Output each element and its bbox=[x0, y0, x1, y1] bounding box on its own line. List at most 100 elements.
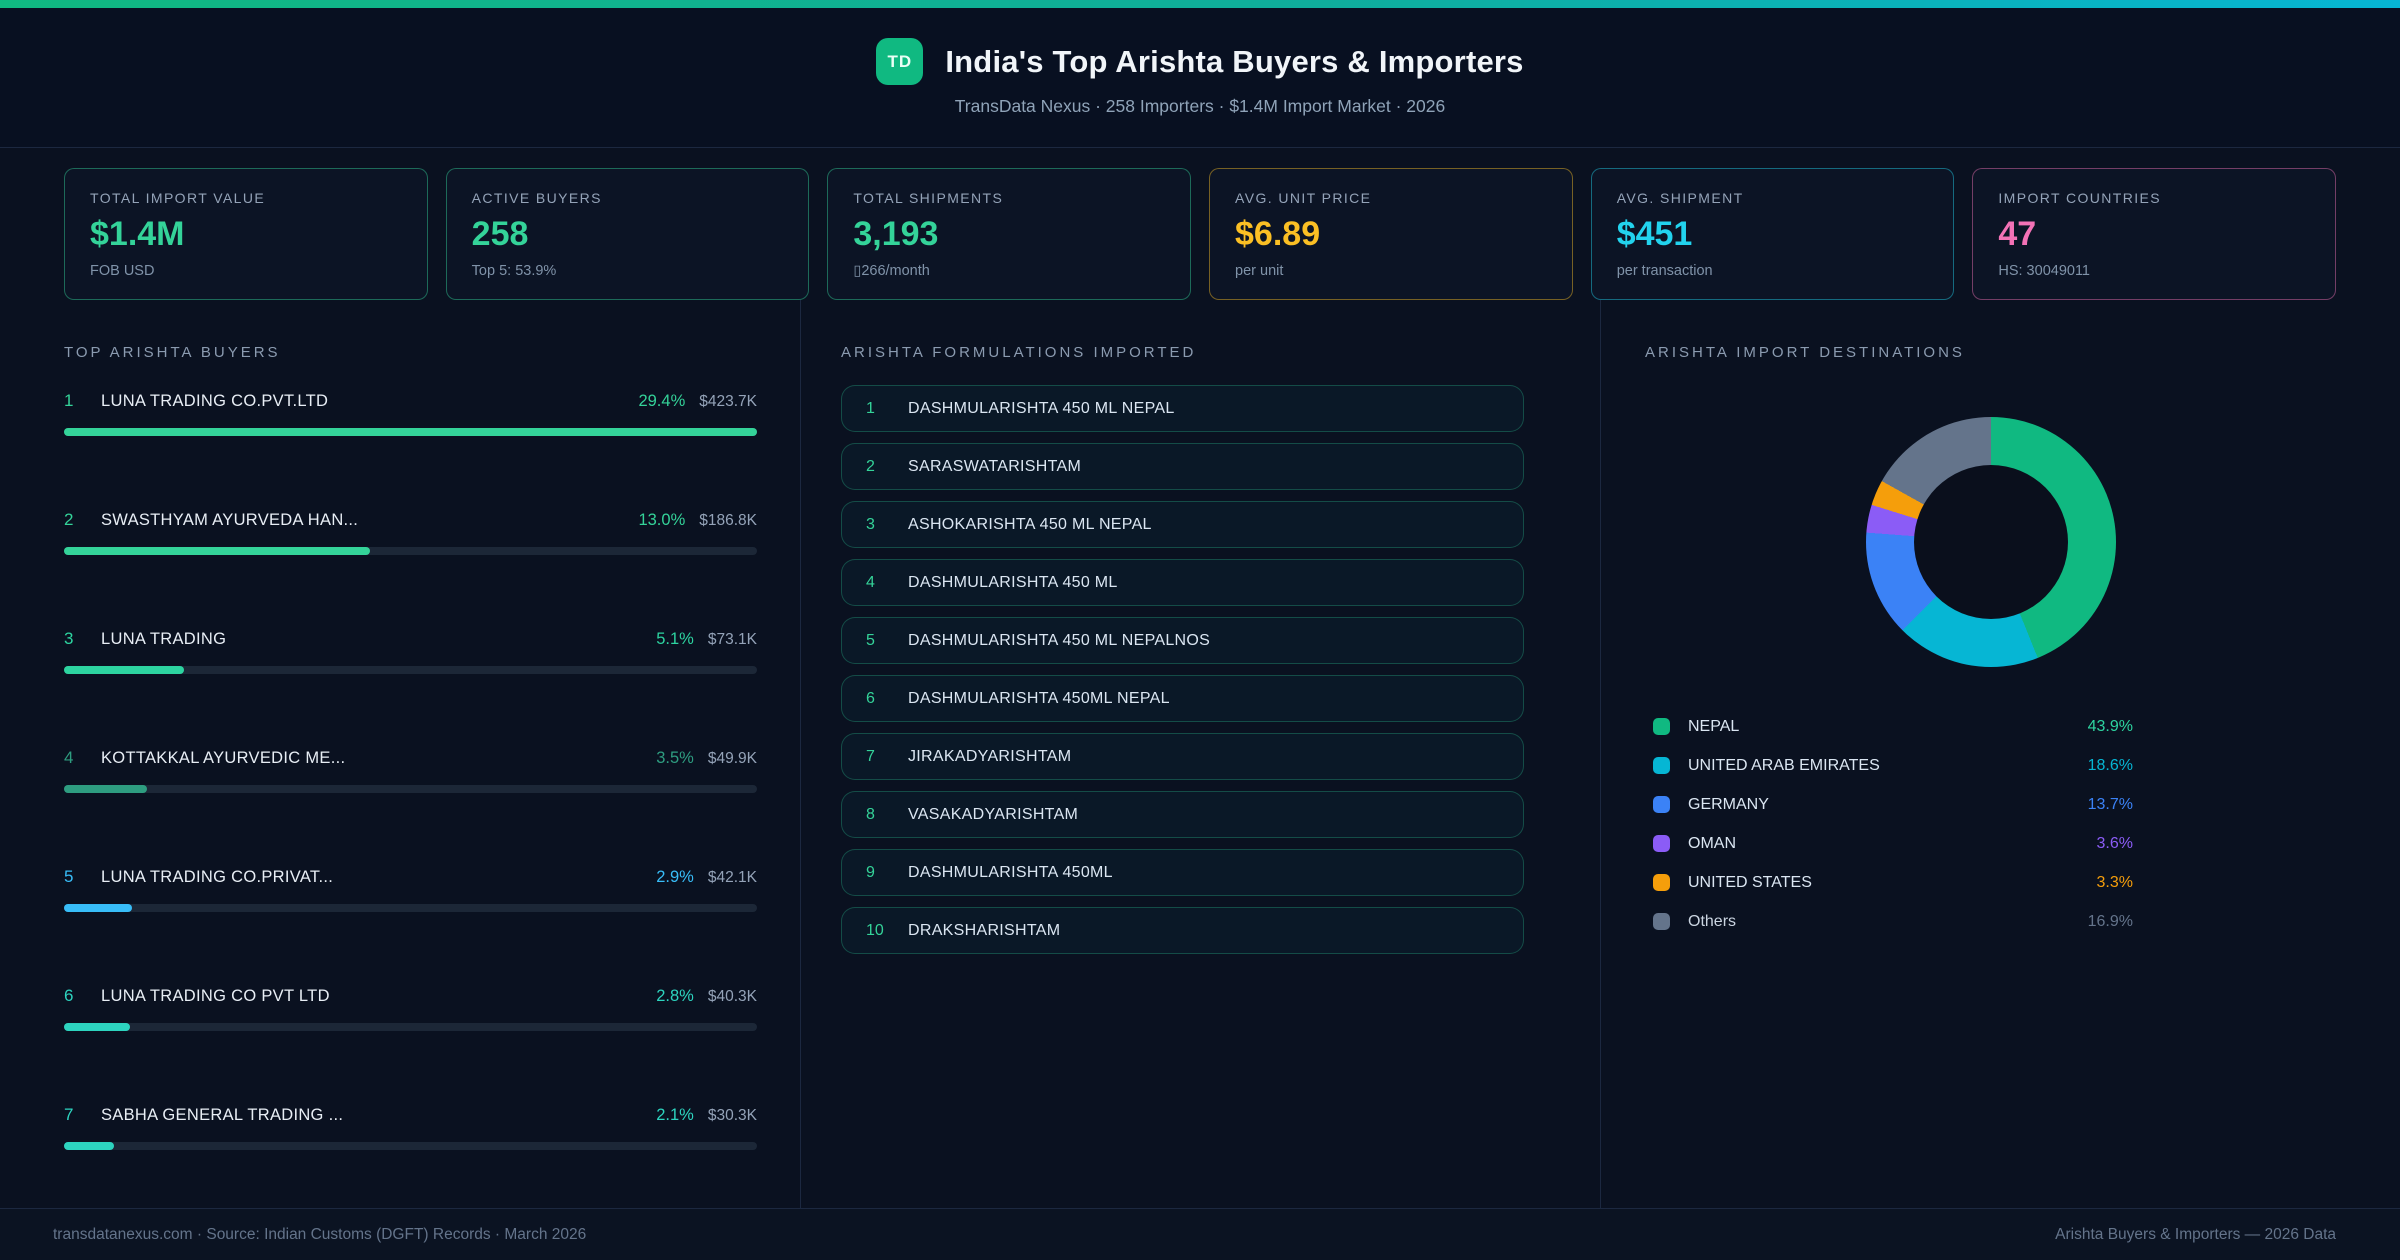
buyer-bar-track bbox=[64, 785, 757, 793]
kpi-card: AVG. SHIPMENT $451 per transaction bbox=[1590, 168, 1955, 300]
page-header: TD India's Top Arishta Buyers & Importer… bbox=[0, 8, 2400, 148]
kpi-row: TOTAL IMPORT VALUE $1.4M FOB USD ACTIVE BUY… bbox=[0, 148, 2400, 300]
buyer-values: 2.1% $30.3K bbox=[656, 1106, 757, 1125]
main-content: TOP ARISHTA BUYERS 1 LUNA TRADING CO.PVT.… bbox=[0, 300, 2400, 1208]
chip-name: DASHMULARISHTA 450ML NEPAL bbox=[908, 689, 1170, 707]
legend-row: UNITED ARAB EMIRATES 18.6% bbox=[1653, 746, 2133, 785]
page-subtitle: TransData Nexus · 258 Importers · $1.4M … bbox=[954, 96, 1446, 116]
legend-swatch bbox=[1653, 757, 1670, 774]
kpi-value: 258 bbox=[471, 215, 529, 253]
legend-row: GERMANY 13.7% bbox=[1653, 785, 2133, 824]
buyer-values: 2.9% $42.1K bbox=[656, 868, 757, 887]
buyer-bar-fill bbox=[64, 1142, 114, 1150]
buyer-rank: 1 bbox=[64, 391, 74, 410]
chip-name: DASHMULARISHTA 450ML bbox=[908, 863, 1113, 881]
buyer-percent: 13.0% bbox=[638, 511, 686, 529]
legend-swatch bbox=[1653, 718, 1670, 735]
kpi-sub: ▯266/month bbox=[853, 263, 930, 279]
kpi-label: AVG. SHIPMENT bbox=[1616, 190, 1744, 206]
legend-label: UNITED ARAB EMIRATES bbox=[1688, 756, 1880, 774]
buyer-rank: 2 bbox=[64, 510, 74, 529]
buyer-bar-track bbox=[64, 428, 757, 436]
brand-badge: TD bbox=[876, 38, 924, 85]
buyer-amount: $423.7K bbox=[699, 393, 757, 410]
buyer-bar-fill bbox=[64, 904, 133, 912]
buyer-row: 2 SWASTHYAM AYURVEDA HAN... 13.0% $186.8K bbox=[64, 510, 757, 555]
buyer-rank: 5 bbox=[64, 867, 74, 886]
kpi-card: TOTAL IMPORT VALUE $1.4M FOB USD bbox=[64, 168, 428, 300]
buyer-row: 5 LUNA TRADING CO.PRIVAT... 2.9% $42.1K bbox=[64, 867, 757, 912]
buyer-row: 1 LUNA TRADING CO.PVT.LTD 29.4% $423.7K bbox=[64, 391, 757, 436]
buyer-bar-track bbox=[64, 666, 757, 674]
buyer-percent: 2.1% bbox=[656, 1106, 694, 1124]
legend-percent: 43.9% bbox=[2087, 717, 2133, 735]
legend-row: Others 16.9% bbox=[1653, 902, 2133, 941]
buyer-bar-fill bbox=[64, 1023, 130, 1031]
formulation-chip: 7 JIRAKADYARISHTAM bbox=[841, 733, 1524, 780]
chip-number: 6 bbox=[866, 689, 875, 707]
donut-legend: NEPAL 43.9% UNITED ARAB EMIRATES 18.6% GERMA… bbox=[1653, 707, 2133, 941]
buyer-name: LUNA TRADING bbox=[101, 630, 227, 648]
formulation-chip: 2 SARASWATARISHTAM bbox=[841, 443, 1524, 490]
chip-number: 10 bbox=[866, 921, 884, 939]
formulation-chip: 5 DASHMULARISHTA 450 ML NEPALNOS bbox=[841, 617, 1524, 664]
kpi-sub: per transaction bbox=[1616, 263, 1713, 279]
buyer-row-header: 7 SABHA GENERAL TRADING ... 2.1% $30.3K bbox=[64, 1105, 757, 1125]
buyer-name: KOTTAKKAL AYURVEDIC ME... bbox=[101, 749, 346, 767]
buyer-name: LUNA TRADING CO.PRIVAT... bbox=[101, 868, 334, 886]
buyer-bar-fill bbox=[64, 428, 757, 436]
kpi-value: $1.4M bbox=[90, 215, 185, 253]
buyer-row: 6 LUNA TRADING CO PVT LTD 2.8% $40.3K bbox=[64, 986, 757, 1031]
buyer-bar-track bbox=[64, 1023, 757, 1031]
buyer-amount: $49.9K bbox=[707, 750, 757, 767]
buyer-rank: 3 bbox=[64, 629, 74, 648]
formulations-panel-title: ARISHTA FORMULATIONS IMPORTED bbox=[841, 344, 1197, 361]
kpi-value: 47 bbox=[1998, 215, 2037, 253]
formulation-chip: 8 VASAKADYARISHTAM bbox=[841, 791, 1524, 838]
chip-number: 4 bbox=[866, 573, 875, 591]
legend-label: NEPAL bbox=[1688, 717, 1740, 735]
legend-percent: 3.6% bbox=[2096, 834, 2133, 852]
chip-name: VASAKADYARISHTAM bbox=[908, 805, 1079, 823]
donut-chart bbox=[1865, 417, 2116, 667]
buyers-panel-title: TOP ARISHTA BUYERS bbox=[64, 344, 281, 361]
buyer-row-header: 1 LUNA TRADING CO.PVT.LTD 29.4% $423.7K bbox=[64, 391, 757, 411]
legend-row: NEPAL 43.9% bbox=[1653, 707, 2133, 746]
buyer-amount: $40.3K bbox=[707, 988, 757, 1005]
chip-number: 1 bbox=[866, 399, 875, 417]
buyer-row-header: 4 KOTTAKKAL AYURVEDIC ME... 3.5% $49.9K bbox=[64, 748, 757, 768]
footer-source-text: transdatanexus.com · Source: Indian Cust… bbox=[53, 1225, 587, 1243]
page-footer: transdatanexus.com · Source: Indian Cust… bbox=[0, 1208, 2400, 1260]
chip-name: DRAKSHARISHTAM bbox=[908, 921, 1061, 939]
buyer-percent: 3.5% bbox=[656, 749, 694, 767]
footer-dataset-text: Arishta Buyers & Importers — 2026 Data bbox=[2055, 1225, 2336, 1243]
kpi-value: $451 bbox=[1616, 215, 1693, 253]
chip-number: 8 bbox=[866, 805, 875, 823]
buyer-bar-track bbox=[64, 547, 757, 555]
kpi-card: AVG. UNIT PRICE $6.89 per unit bbox=[1209, 168, 1573, 300]
buyer-rank: 6 bbox=[64, 986, 74, 1005]
buyer-bar-fill bbox=[64, 666, 185, 674]
legend-row: OMAN 3.6% bbox=[1653, 824, 2133, 863]
chip-name: ASHOKARISHTA 450 ML NEPAL bbox=[908, 515, 1152, 533]
kpi-label: AVG. UNIT PRICE bbox=[1235, 190, 1372, 206]
chip-name: JIRAKADYARISHTAM bbox=[908, 747, 1072, 765]
buyer-percent: 2.9% bbox=[656, 868, 694, 886]
buyer-row: 7 SABHA GENERAL TRADING ... 2.1% $30.3K bbox=[64, 1105, 757, 1150]
formulation-chip: 9 DASHMULARISHTA 450ML bbox=[841, 849, 1524, 896]
buyer-values: 13.0% $186.8K bbox=[638, 511, 757, 530]
buyer-values: 5.1% $73.1K bbox=[656, 630, 757, 649]
kpi-value: 3,193 bbox=[853, 215, 939, 253]
kpi-sub: FOB USD bbox=[90, 263, 155, 279]
buyer-row: 3 LUNA TRADING 5.1% $73.1K bbox=[64, 629, 757, 674]
buyer-row: 4 KOTTAKKAL AYURVEDIC ME... 3.5% $49.9K bbox=[64, 748, 757, 793]
buyer-amount: $73.1K bbox=[707, 631, 757, 648]
buyer-row-header: 6 LUNA TRADING CO PVT LTD 2.8% $40.3K bbox=[64, 986, 757, 1006]
buyers-list: 1 LUNA TRADING CO.PVT.LTD 29.4% $423.7K 2 SWA… bbox=[64, 391, 757, 1150]
chip-name: DASHMULARISHTA 450 ML NEPAL bbox=[908, 399, 1175, 417]
legend-label: UNITED STATES bbox=[1688, 873, 1812, 891]
page-title: India's Top Arishta Buyers & Importers bbox=[945, 43, 1524, 79]
buyer-name: LUNA TRADING CO.PVT.LTD bbox=[101, 392, 329, 410]
buyer-name: LUNA TRADING CO PVT LTD bbox=[101, 987, 330, 1005]
formulation-chip: 6 DASHMULARISHTA 450ML NEPAL bbox=[841, 675, 1524, 722]
